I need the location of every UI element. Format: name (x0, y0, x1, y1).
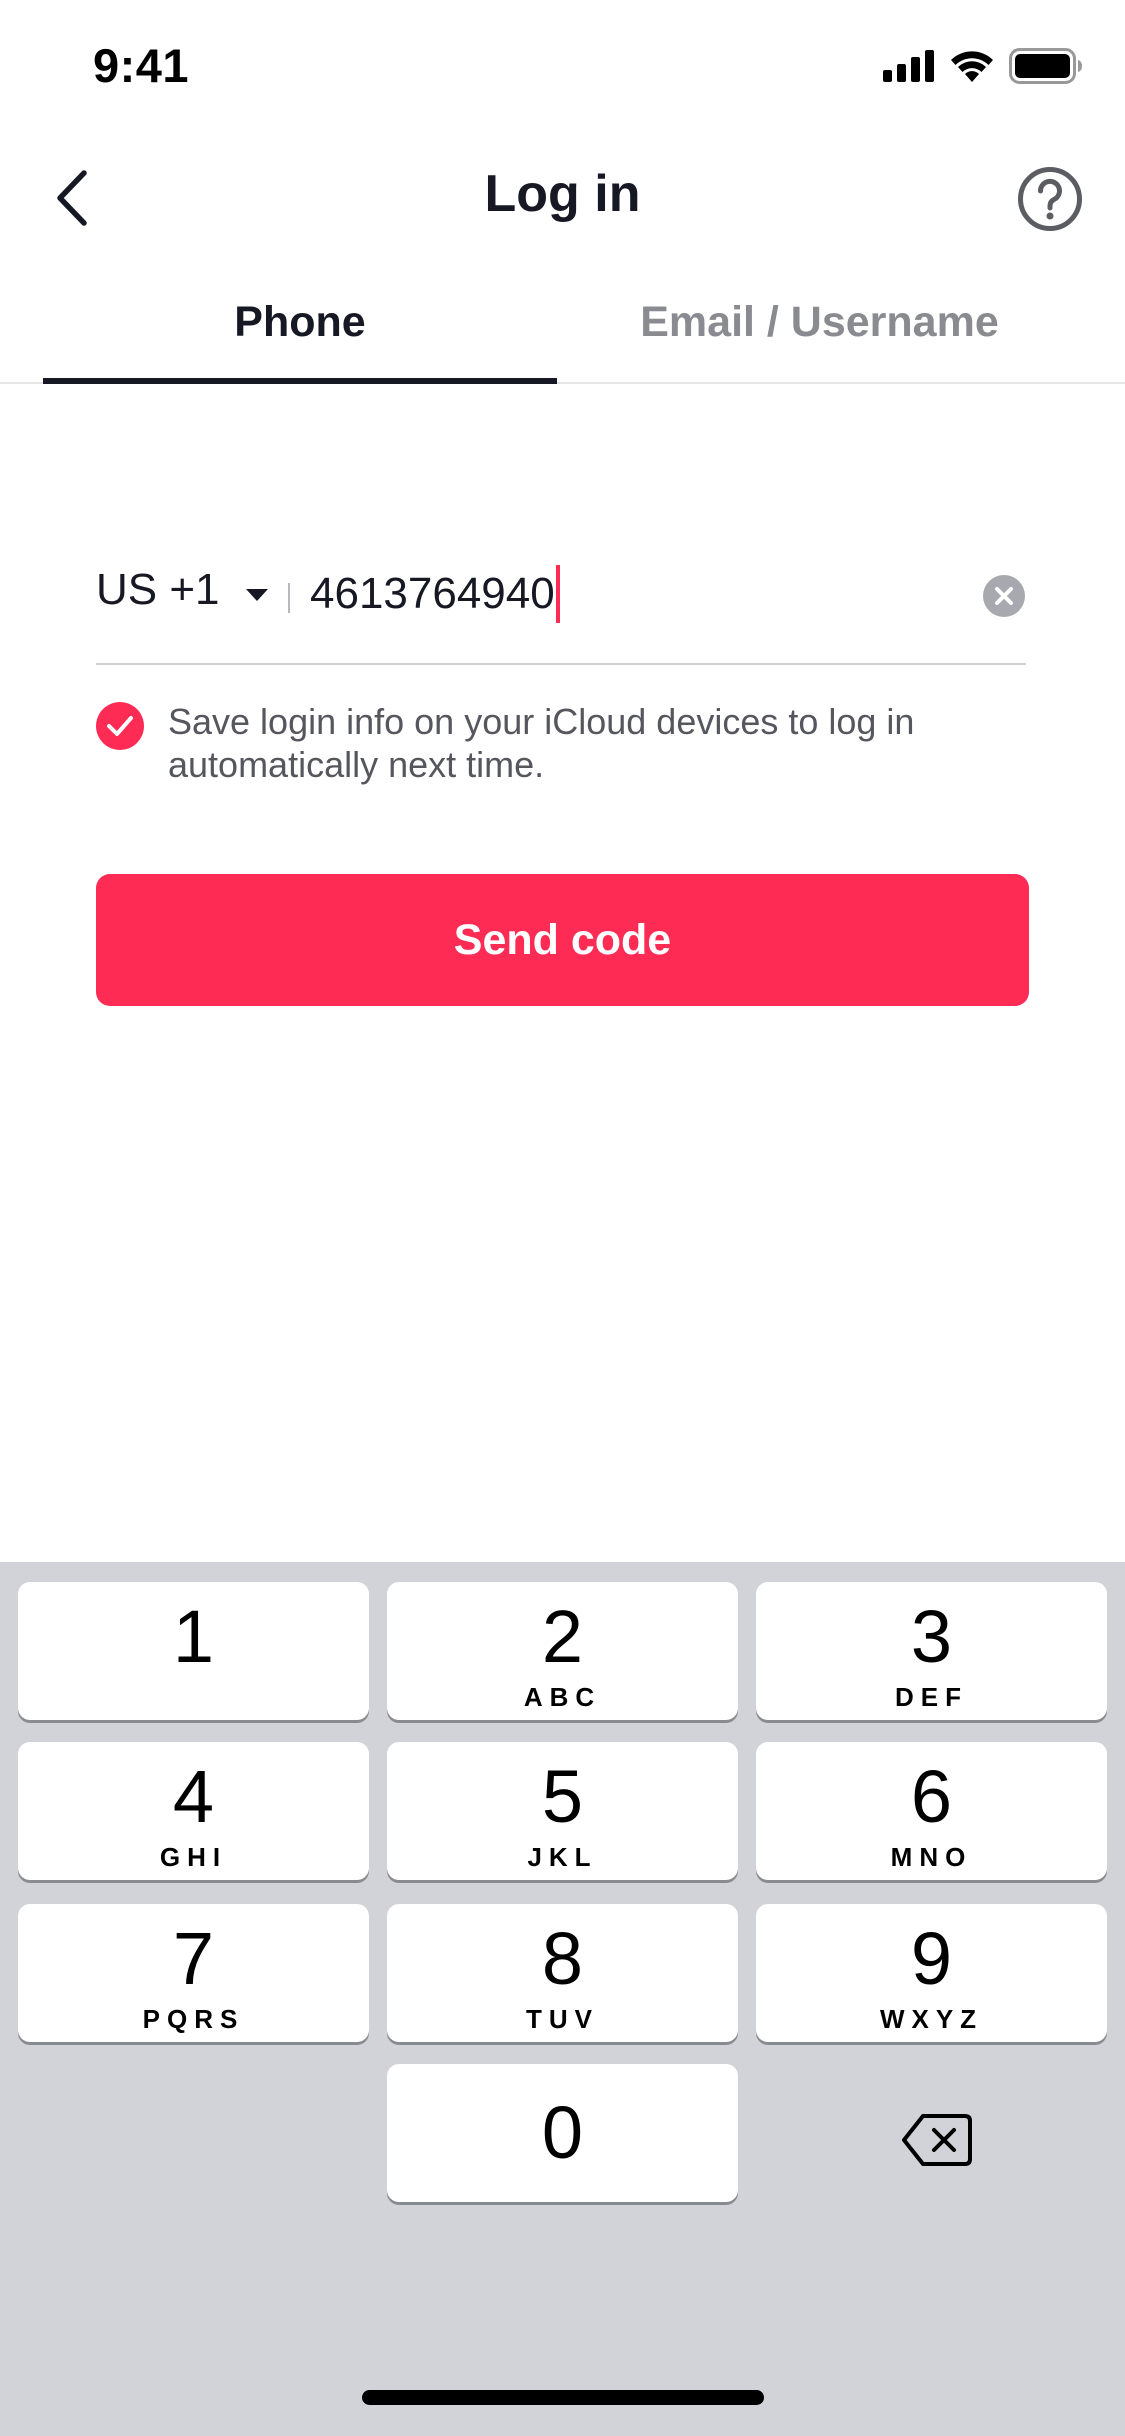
page-title: Log in (484, 165, 641, 223)
key-8[interactable]: 8 TUV (387, 1904, 738, 2042)
key-number: 2 (541, 1595, 584, 1678)
delete-key[interactable] (874, 2100, 1000, 2180)
save-login-text: Save login info on your iCloud devices t… (168, 701, 915, 785)
key-7[interactable]: 7 PQRS (18, 1904, 369, 2042)
phone-number-value: 4613764940 (310, 569, 555, 618)
key-number: 8 (541, 1917, 584, 2000)
clear-circle-icon (983, 575, 1025, 617)
tab-phone[interactable]: Phone (43, 270, 557, 384)
key-0[interactable]: 0 (387, 2064, 738, 2202)
key-5[interactable]: 5 JKL (387, 1742, 738, 1880)
login-method-tabs: Phone Email / Username (0, 270, 1125, 384)
key-3[interactable]: 3 DEF (756, 1582, 1107, 1720)
key-number: 6 (910, 1755, 953, 1838)
dropdown-caret-icon[interactable] (246, 589, 268, 601)
checkmark-icon (107, 716, 133, 736)
country-code-selector[interactable]: US +1 (96, 565, 220, 615)
phone-input-row: US +1 4613764940 (96, 545, 1026, 665)
key-letters: PQRS (142, 2004, 245, 2034)
key-9[interactable]: 9 WXYZ (756, 1904, 1107, 2042)
nav-header: Log in (0, 140, 1125, 256)
clear-input-button[interactable] (982, 574, 1026, 618)
text-cursor (555, 565, 560, 623)
key-number: 4 (172, 1755, 215, 1838)
key-number: 0 (541, 2091, 584, 2174)
numeric-keyboard: 1 2 ABC 3 DEF 4 GHI 5 JKL 6 MNO 7 PQRS 8… (0, 1562, 1125, 2436)
key-number: 1 (172, 1595, 215, 1678)
status-icons (883, 48, 1083, 84)
status-bar: 9:41 (0, 0, 1125, 140)
key-letters: DEF (895, 1682, 968, 1712)
backspace-icon (902, 2114, 972, 2166)
key-letters: JKL (527, 1842, 598, 1872)
save-login-checkbox[interactable] (96, 702, 144, 750)
key-number: 7 (172, 1917, 215, 2000)
cellular-signal-icon (883, 50, 934, 82)
key-letters: WXYZ (879, 2004, 984, 2034)
key-letters: TUV (526, 2004, 599, 2034)
key-1[interactable]: 1 (18, 1582, 369, 1720)
phone-number-input[interactable]: 4613764940 (310, 565, 560, 623)
key-number: 9 (910, 1917, 953, 2000)
key-letters: MNO (890, 1842, 973, 1872)
home-indicator (362, 2390, 764, 2405)
key-4[interactable]: 4 GHI (18, 1742, 369, 1880)
key-letters: ABC (523, 1682, 602, 1712)
help-button[interactable] (1017, 166, 1083, 232)
question-circle-icon (1018, 167, 1082, 231)
status-time: 9:41 (93, 39, 190, 92)
send-code-button[interactable]: Send code (96, 874, 1029, 1006)
battery-icon (1009, 48, 1082, 84)
wifi-icon (951, 51, 993, 82)
active-tab-indicator (43, 378, 557, 384)
key-letters: GHI (159, 1842, 228, 1872)
key-2[interactable]: 2 ABC (387, 1582, 738, 1720)
key-6[interactable]: 6 MNO (756, 1742, 1107, 1880)
login-screen: 9:41 Log in Phone Email / Username US +1… (0, 0, 1125, 2436)
key-number: 3 (910, 1595, 953, 1678)
tab-email-username[interactable]: Email / Username (557, 270, 1082, 384)
input-divider (288, 583, 290, 613)
key-number: 5 (541, 1755, 584, 1838)
